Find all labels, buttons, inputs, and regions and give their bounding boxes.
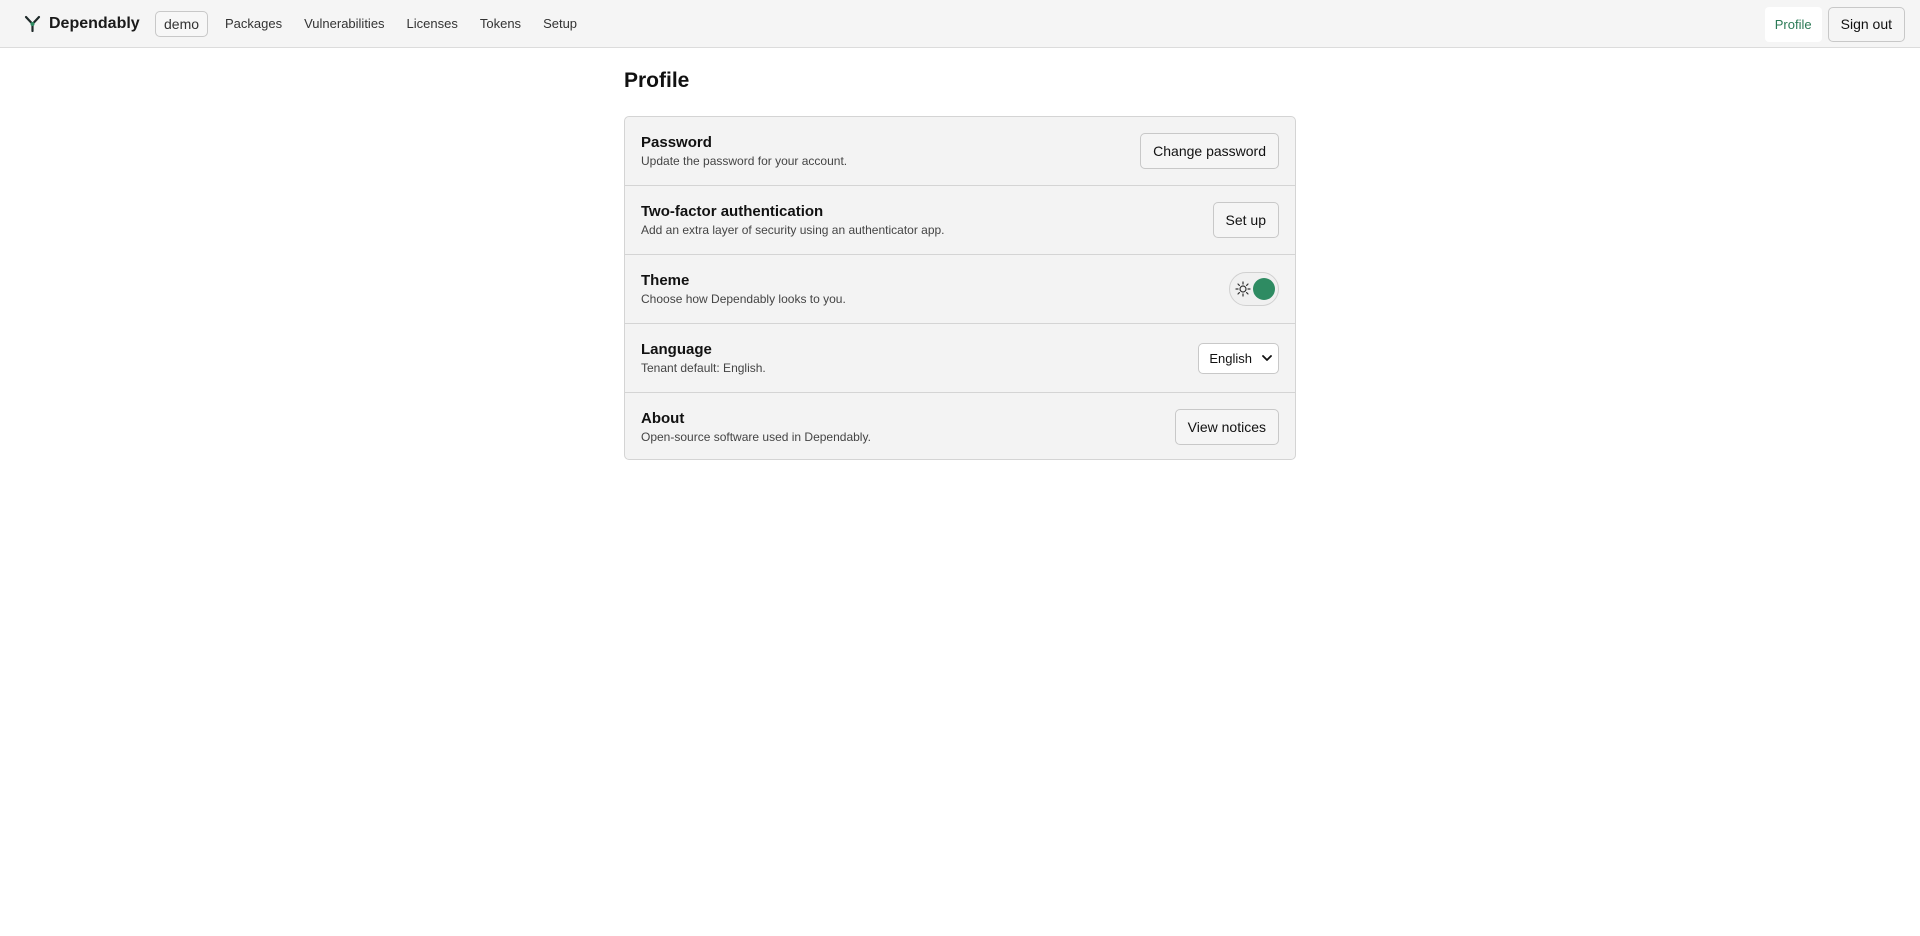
nav-item-packages[interactable]: Packages (225, 16, 282, 31)
two-factor-text: Two-factor authentication Add an extra l… (641, 203, 945, 237)
language-description: Tenant default: English. (641, 361, 766, 375)
password-description: Update the password for your account. (641, 154, 848, 168)
sun-icon (1235, 281, 1251, 297)
password-row: Password Update the password for your ac… (625, 117, 1295, 186)
page-title: Profile (624, 69, 690, 92)
nav-item-tokens[interactable]: Tokens (480, 16, 521, 31)
settings-card: Password Update the password for your ac… (624, 116, 1296, 460)
nav-item-vulnerabilities[interactable]: Vulnerabilities (304, 16, 384, 31)
theme-description: Choose how Dependably looks to you. (641, 292, 846, 306)
two-factor-row: Two-factor authentication Add an extra l… (625, 186, 1295, 255)
theme-toggle[interactable] (1229, 272, 1279, 306)
brand[interactable]: Dependably (24, 0, 140, 47)
nav-item-setup[interactable]: Setup (543, 16, 577, 31)
account-actions: Profile Sign out (1764, 6, 1905, 42)
change-password-button[interactable]: Change password (1140, 133, 1279, 169)
theme-title: Theme (641, 272, 690, 289)
language-selected-value: English (1209, 350, 1252, 366)
brand-name: Dependably (49, 14, 140, 32)
tenant-switcher[interactable]: demo (155, 11, 209, 37)
theme-toggle-knob (1253, 278, 1275, 300)
main-nav: Packages Vulnerabilities Licenses Tokens… (225, 0, 577, 47)
two-factor-title: Two-factor authentication (641, 203, 824, 220)
language-text: Language Tenant default: English. (641, 341, 766, 375)
language-row: Language Tenant default: English. Englis… (625, 324, 1295, 393)
nav-item-licenses[interactable]: Licenses (407, 16, 458, 31)
two-factor-description: Add an extra layer of security using an … (641, 223, 945, 237)
top-navigation-bar: Dependably demo Packages Vulnerabilities… (0, 0, 1920, 48)
theme-row: Theme Choose how Dependably looks to you… (625, 255, 1295, 324)
password-text: Password Update the password for your ac… (641, 134, 847, 168)
password-title: Password (641, 134, 712, 151)
set-up-two-factor-button[interactable]: Set up (1212, 202, 1279, 238)
about-text: About Open-source software used in Depen… (641, 410, 871, 444)
theme-text: Theme Choose how Dependably looks to you… (641, 272, 846, 306)
language-select[interactable]: English (1198, 342, 1279, 374)
sign-out-button[interactable]: Sign out (1827, 6, 1905, 42)
dependably-logo-icon (24, 15, 41, 32)
about-title: About (641, 410, 685, 427)
language-title: Language (641, 341, 712, 358)
view-notices-button[interactable]: View notices (1174, 409, 1279, 445)
profile-link[interactable]: Profile (1764, 6, 1822, 42)
about-row: About Open-source software used in Depen… (625, 393, 1295, 459)
about-description: Open-source software used in Dependably. (641, 430, 871, 444)
chevron-down-icon (1262, 354, 1272, 361)
